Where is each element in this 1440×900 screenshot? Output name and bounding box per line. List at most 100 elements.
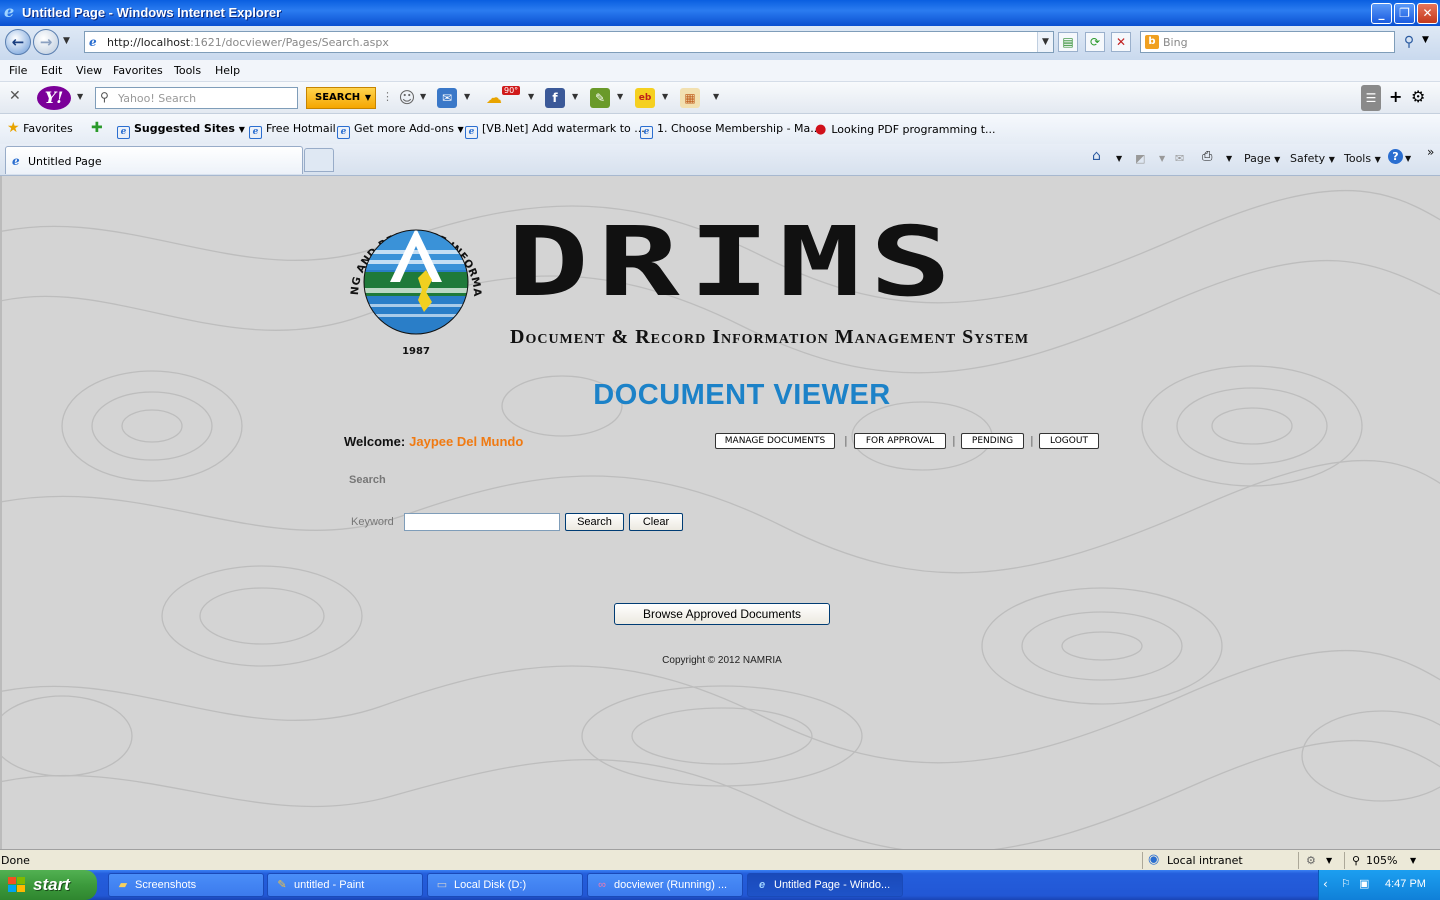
print-dropdown[interactable]: ▼ [1226,154,1232,163]
fav-looking-pdf[interactable]: ● Looking PDF programming t... [815,122,996,137]
start-button[interactable]: start [0,870,97,900]
favorites-bar: ★ Favorites ✚ e Suggested Sites ▼ e Free H… [0,114,1440,144]
menu-edit[interactable]: Edit [41,64,62,77]
restore-button[interactable]: ❐ [1394,3,1415,24]
taskbar-item-ie-window[interactable]: e Untitled Page - Windo... [747,873,903,897]
add-icon[interactable]: + [1389,87,1402,106]
fav-choose-membership[interactable]: e 1. Choose Membership - Ma... [640,122,821,139]
protected-mode-icon[interactable]: ⚙ [1306,854,1316,867]
compatibility-view-icon[interactable]: ▤ [1058,32,1078,52]
forward-button[interactable]: → [33,29,59,55]
favorites-button[interactable]: ★ Favorites [7,120,73,136]
taskbar-item-docviewer[interactable]: ∞ docviewer (Running) ... [587,873,743,897]
brand-subtitle: Document & Record Information Management… [510,326,1030,348]
minimize-button[interactable]: _ [1371,3,1392,24]
weather-icon[interactable]: ☁ [484,88,504,108]
apps-dropdown[interactable]: ▼ [713,92,719,101]
network-tray-icon[interactable]: ▣ [1359,877,1369,890]
security-zone[interactable]: Local intranet [1167,854,1243,867]
taskbar-item-local-disk[interactable]: ▭ Local Disk (D:) [427,873,583,897]
tab-row: e Untitled Page ⌂ ▼ ◩ ▼ ✉ ⎙ ▼ Page ▼ Saf… [0,144,1440,176]
bing-icon: b [1145,35,1159,49]
browse-approved-documents-button[interactable]: Browse Approved Documents [614,603,830,625]
menu-favorites[interactable]: Favorites [113,64,163,77]
home-icon[interactable]: ⌂ [1092,148,1101,164]
menu-file[interactable]: File [9,64,27,77]
safety-menu[interactable]: Safety ▼ [1290,152,1335,165]
yahoo-search-box[interactable]: ⚲ Yahoo! Search [95,87,298,109]
help-dropdown[interactable]: ▼ [1405,154,1411,163]
pending-button[interactable]: PENDING [961,433,1024,449]
search-button[interactable]: Search [565,513,624,531]
bing-search-input[interactable]: Bing [1163,36,1188,49]
yahoo-search-input[interactable]: Yahoo! Search [118,92,196,105]
fav-free-hotmail[interactable]: e Free Hotmail [249,122,336,139]
facebook-dropdown[interactable]: ▼ [572,92,578,101]
bing-search-box[interactable]: b Bing [1140,31,1395,53]
fav-suggested-sites[interactable]: e Suggested Sites ▼ [117,122,245,139]
messenger-icon[interactable]: ☺ [397,88,417,108]
help-icon[interactable]: ? [1388,149,1403,164]
feeds-dropdown[interactable]: ▼ [1159,154,1165,163]
windows-flag-icon [8,877,25,892]
games-dropdown[interactable]: ▼ [617,92,623,101]
home-dropdown[interactable]: ▼ [1116,154,1122,163]
weather-dropdown[interactable]: ▼ [528,92,534,101]
zoom-dropdown[interactable]: ▼ [1410,856,1416,865]
apps-icon[interactable]: ▦ [680,88,700,108]
address-url[interactable]: http://localhost:1621/docviewer/Pages/Se… [107,36,389,49]
yahoo-logo-icon[interactable]: Y! [37,86,71,110]
keyword-input[interactable] [404,513,560,531]
fav-vbnet-watermark[interactable]: e [VB.Net] Add watermark to ... [465,122,645,139]
clock[interactable]: 4:47 PM [1385,878,1426,890]
games-icon[interactable]: ✎ [590,88,610,108]
messenger-dropdown[interactable]: ▼ [420,92,426,101]
menu-help[interactable]: Help [215,64,240,77]
fav-get-addons[interactable]: e Get more Add-ons ▼ [337,122,464,139]
protected-mode-dropdown[interactable]: ▼ [1326,856,1332,865]
add-to-favorites-icon[interactable]: ✚ [91,120,103,136]
recent-pages-dropdown[interactable]: ▼ [63,36,70,46]
search-icon: ⚲ [100,90,109,104]
page-menu[interactable]: Page ▼ [1244,152,1280,165]
ebay-dropdown[interactable]: ▼ [662,92,668,101]
favorites-star-icon: ★ [7,120,20,136]
mail-dropdown[interactable]: ▼ [464,92,470,101]
list-icon[interactable]: ☰ [1361,85,1381,111]
address-dropdown[interactable]: ▼ [1037,32,1053,52]
disk-icon: ▭ [436,879,448,891]
clear-button[interactable]: Clear [629,513,683,531]
refresh-icon[interactable]: ⟳ [1085,32,1105,52]
close-toolbar-icon[interactable]: ✕ [9,88,21,104]
tools-menu[interactable]: Tools ▼ [1344,152,1381,165]
security-tray-icon[interactable]: ⚐ [1341,877,1351,890]
facebook-icon[interactable]: f [545,88,565,108]
mail-icon[interactable]: ✉ [437,88,457,108]
more-commands-icon[interactable]: » [1427,145,1434,159]
for-approval-button[interactable]: FOR APPROVAL [854,433,946,449]
new-tab-button[interactable] [304,148,334,172]
tab-untitled-page[interactable]: e Untitled Page [5,146,303,174]
address-bar[interactable]: e http://localhost:1621/docviewer/Pages/… [84,31,1054,53]
menu-view[interactable]: View [76,64,102,77]
search-options-dropdown[interactable]: ▼ [1422,35,1429,45]
stop-icon[interactable]: ✕ [1111,32,1131,52]
taskbar-item-screenshots[interactable]: ▰ Screenshots [108,873,264,897]
menu-tools[interactable]: Tools [174,64,201,77]
read-mail-icon[interactable]: ✉ [1175,152,1184,165]
manage-documents-button[interactable]: MANAGE DOCUMENTS [715,433,835,449]
print-icon[interactable]: ⎙ [1202,149,1212,164]
tray-expand-icon[interactable]: ‹ [1323,877,1328,891]
logout-button[interactable]: LOGOUT [1039,433,1099,449]
search-go-icon[interactable]: ⚲ [1398,31,1420,53]
settings-gear-icon[interactable]: ⚙ [1411,87,1425,106]
back-button[interactable]: ← [5,29,31,55]
close-button[interactable]: ✕ [1417,3,1438,24]
yahoo-search-button[interactable]: SEARCH ▼ [306,87,376,109]
page-icon: e [465,126,478,139]
ebay-icon[interactable]: eb [635,88,655,108]
yahoo-menu-dropdown[interactable]: ▼ [77,92,83,101]
zoom-level[interactable]: 105% [1366,854,1397,867]
feeds-icon[interactable]: ◩ [1135,152,1145,165]
taskbar-item-paint[interactable]: ✎ untitled - Paint [267,873,423,897]
